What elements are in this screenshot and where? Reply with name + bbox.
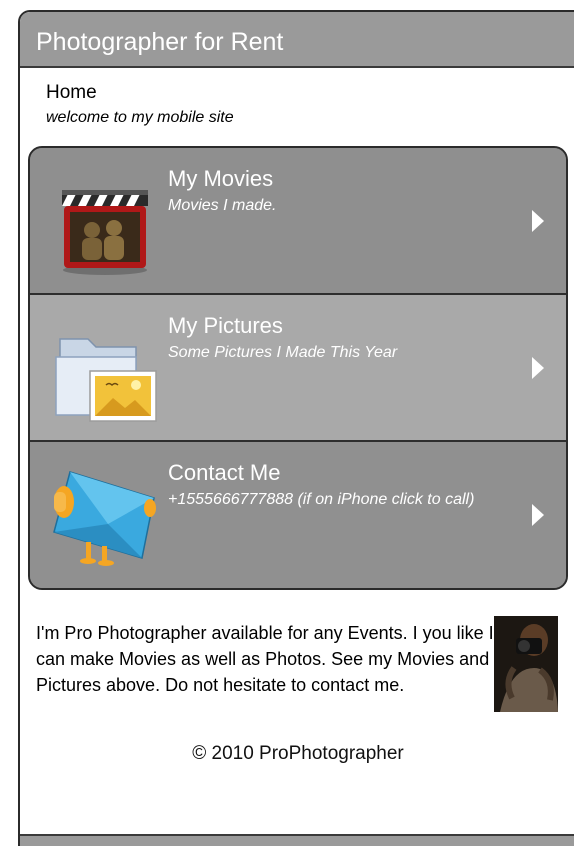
- menu-item-my-movies[interactable]: My Movies Movies I made.: [30, 148, 566, 295]
- menu-item-my-pictures[interactable]: My Pictures Some Pictures I Made This Ye…: [30, 295, 566, 442]
- page-title: Photographer for Rent: [36, 28, 284, 56]
- picture-folder-icon: [55, 338, 157, 422]
- envelope-icon: [53, 471, 156, 566]
- copyright: © 2010 ProPhotographer: [192, 743, 404, 764]
- menu-item-subtitle[interactable]: +1555666777888 (if on iPhone click to ca…: [168, 491, 474, 509]
- photographer-photo: [494, 616, 558, 712]
- menu-item-contact-me[interactable]: Contact Me +1555666777888 (if on iPhone …: [30, 442, 566, 588]
- avatar: [494, 616, 558, 712]
- chevron-right-icon: [532, 357, 544, 379]
- menu-item-subtitle: Movies I made.: [168, 197, 277, 214]
- phone-frame: Photographer for Rent Home welcome to my…: [18, 10, 574, 846]
- menu-item-label: My Pictures: [168, 313, 283, 338]
- movie-clapper-icon: [62, 190, 148, 275]
- breadcrumb: Home: [46, 82, 97, 103]
- menu-item-label: My Movies: [168, 166, 274, 191]
- chevron-right-icon: [532, 504, 544, 526]
- menu-item-label: Contact Me: [168, 460, 281, 485]
- breadcrumb-subtitle: welcome to my mobile site: [46, 109, 234, 126]
- menu-item-subtitle: Some Pictures I Made This Year: [168, 344, 398, 361]
- footer-bar: [20, 834, 574, 846]
- about-text: I'm Pro Photographer available for any E…: [36, 623, 494, 695]
- header-bar: Photographer for Rent: [20, 12, 574, 68]
- chevron-right-icon: [532, 210, 544, 232]
- nav-menu: My Movies Movies I made. My Pictures Som…: [28, 146, 568, 590]
